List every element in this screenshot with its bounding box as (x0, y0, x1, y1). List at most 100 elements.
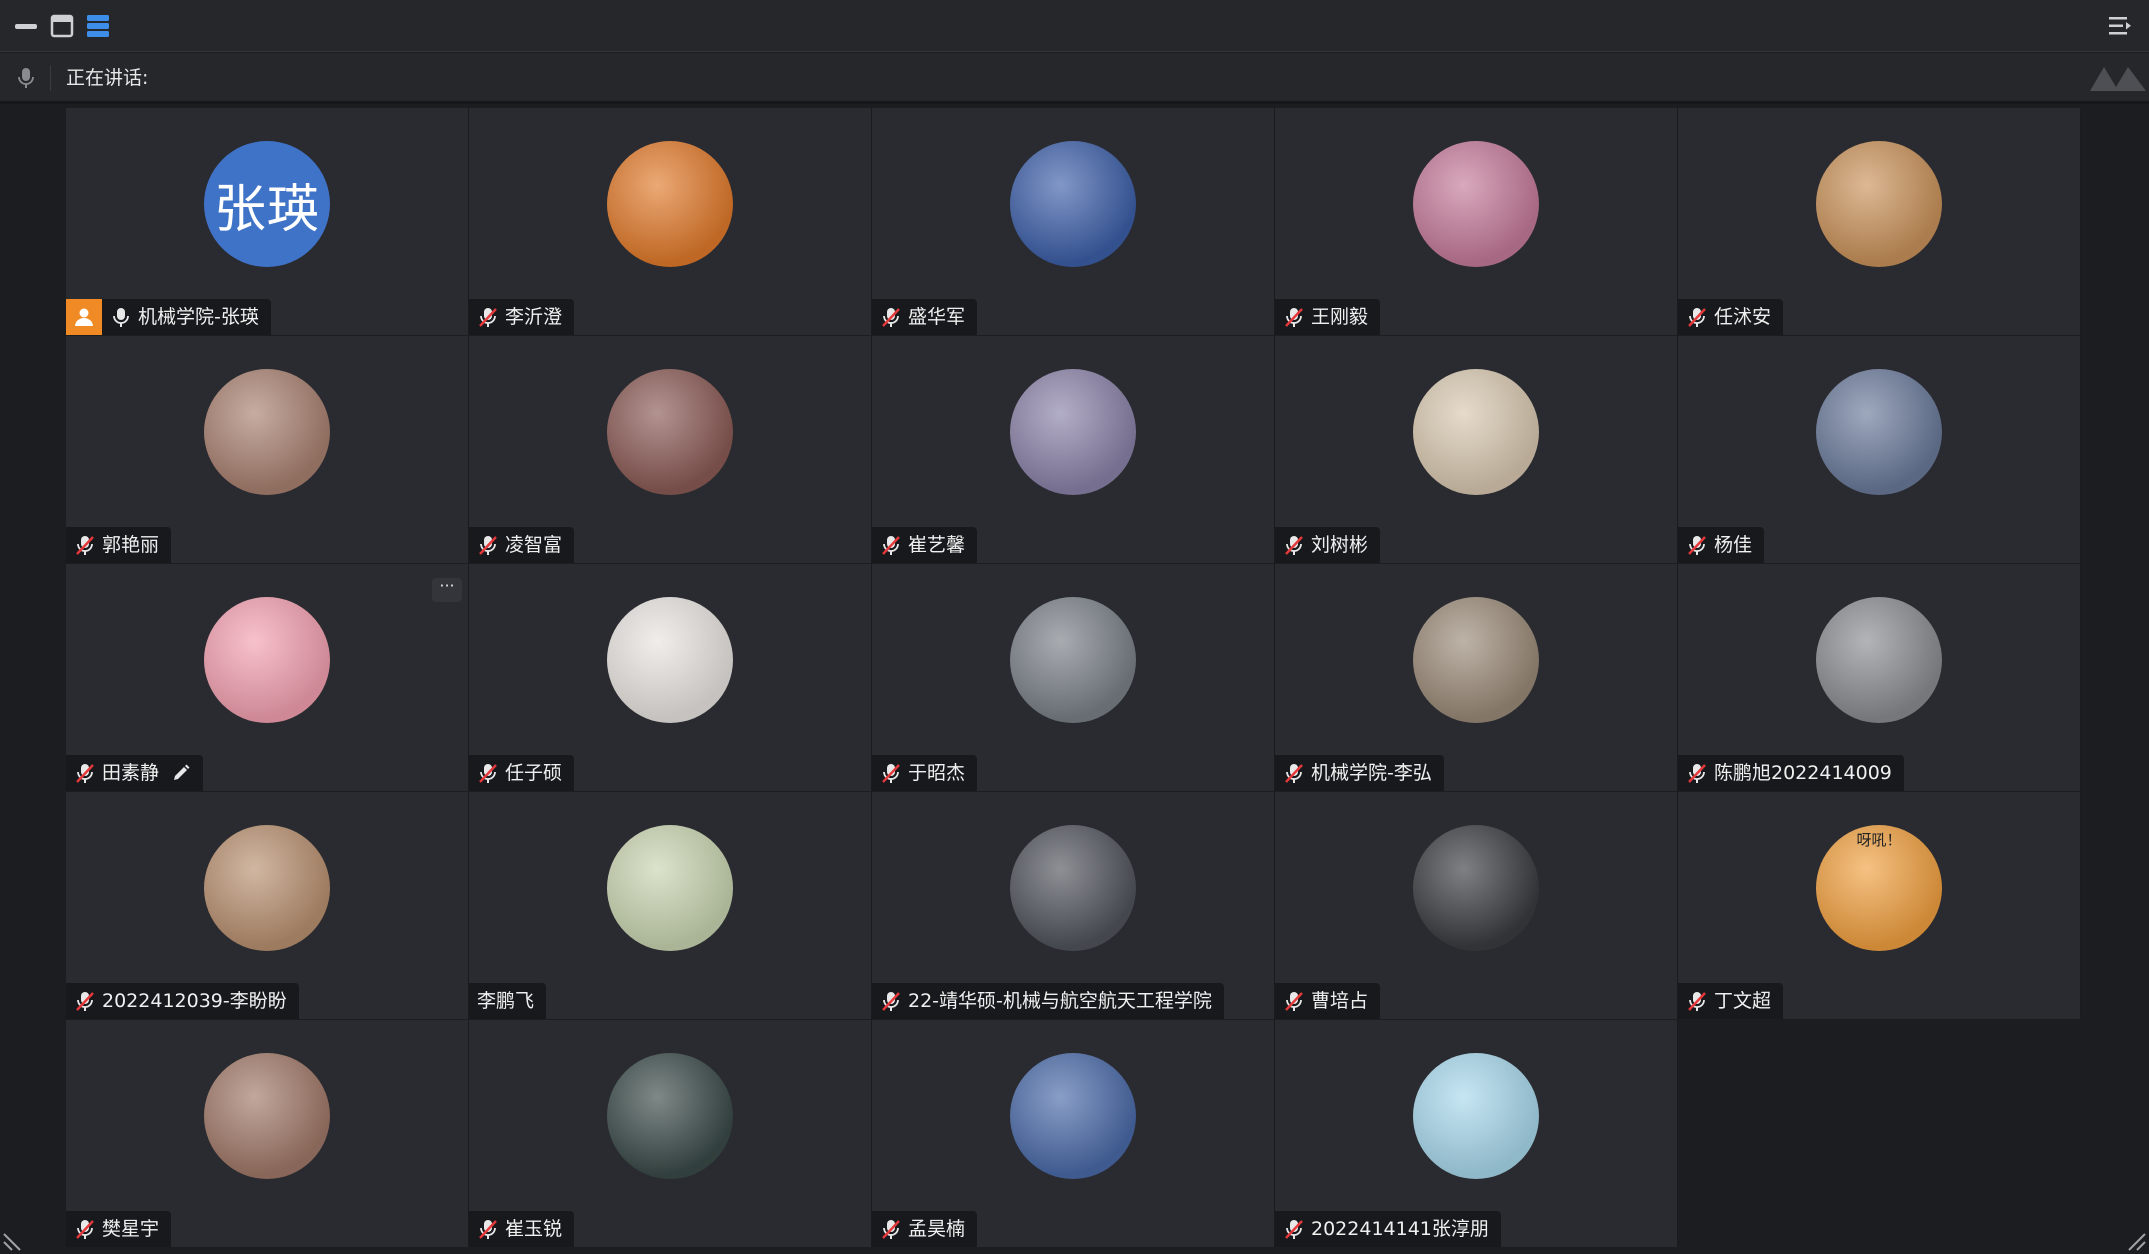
participant-grid: 张瑛 机械学院-张瑛 李沂澄 盛华军 王刚毅 任沭安 郭艳丽 凌智富 崔艺馨 刘树彬 杨佳 ··· 田素… (66, 108, 2081, 1247)
mic-muted-icon (76, 992, 94, 1011)
participant-tile[interactable]: 王刚毅 (1275, 108, 1678, 335)
participant-name: 王刚毅 (1311, 306, 1369, 328)
participant-name: 崔艺馨 (908, 534, 966, 556)
divider (50, 65, 51, 91)
more-options-button[interactable]: ··· (432, 578, 462, 602)
name-tag: 丁文超 (1678, 983, 1784, 1019)
participant-tile[interactable]: 崔玉锐 (469, 1020, 872, 1247)
mic-muted-icon (882, 1220, 900, 1239)
avatar (1816, 141, 1942, 267)
participant-tile[interactable]: ··· 田素静 (66, 564, 469, 791)
participant-name: 樊星宇 (102, 1218, 160, 1240)
participant-tile[interactable]: 任沭安 (1678, 108, 2081, 335)
participant-name: 田素静 (102, 762, 160, 784)
mic-muted-icon (1688, 308, 1706, 327)
participant-name: 陈鹏旭2022414009 (1714, 762, 1892, 784)
avatar (1816, 369, 1942, 495)
name-tag: 22-靖华硕-机械与航空航天工程学院 (872, 983, 1224, 1019)
edit-name-icon[interactable] (171, 763, 191, 783)
mic-muted-icon (76, 1220, 94, 1239)
avatar (1413, 597, 1539, 723)
avatar (1010, 369, 1136, 495)
name-tag: 樊星宇 (66, 1211, 172, 1247)
host-badge-icon (66, 299, 102, 335)
mic-muted-icon (882, 992, 900, 1011)
avatar (1010, 141, 1136, 267)
mic-muted-icon (1285, 992, 1303, 1011)
name-tag: 机械学院-李弘 (1275, 755, 1444, 791)
avatar (1010, 1053, 1136, 1179)
mic-muted-icon (479, 536, 497, 555)
resize-handle-icon[interactable] (2, 1226, 28, 1252)
name-tag: 崔玉锐 (469, 1211, 575, 1247)
avatar (607, 141, 733, 267)
participant-tile[interactable]: 刘树彬 (1275, 336, 1678, 563)
participant-tile[interactable]: 郭艳丽 (66, 336, 469, 563)
participant-tile[interactable]: 张瑛机械学院-张瑛 (66, 108, 469, 335)
name-tag: 2022414141张淳朋 (1275, 1211, 1501, 1247)
participant-tile[interactable]: 凌智富 (469, 336, 872, 563)
maximize-icon[interactable] (48, 12, 76, 40)
name-tag: 任沭安 (1678, 299, 1784, 335)
participant-tile[interactable]: 孟昊楠 (872, 1020, 1275, 1247)
participant-tile[interactable]: 樊星宇 (66, 1020, 469, 1247)
avatar (607, 369, 733, 495)
participant-name: 机械学院-李弘 (1311, 762, 1432, 784)
avatar (204, 597, 330, 723)
participant-tile[interactable]: 任子硕 (469, 564, 872, 791)
mic-muted-icon (1285, 1220, 1303, 1239)
name-tag: 凌智富 (469, 527, 575, 563)
participant-tile[interactable]: 呀吼！ 丁文超 (1678, 792, 2081, 1019)
participant-name: 22-靖华硕-机械与航空航天工程学院 (908, 990, 1212, 1012)
participant-name: 杨佳 (1714, 534, 1753, 556)
participant-name: 李沂澄 (505, 306, 563, 328)
name-tag: 孟昊楠 (872, 1211, 978, 1247)
avatar (1010, 825, 1136, 951)
participant-tile[interactable]: 杨佳 (1678, 336, 2081, 563)
name-tag: 田素静 (66, 755, 204, 791)
mic-muted-icon (882, 536, 900, 555)
participant-name: 任子硕 (505, 762, 563, 784)
name-tag: 陈鹏旭2022414009 (1678, 755, 1904, 791)
participant-name: 任沭安 (1714, 306, 1772, 328)
participant-name: 丁文超 (1714, 990, 1772, 1012)
participant-name: 曹培占 (1311, 990, 1369, 1012)
participant-tile[interactable]: 22-靖华硕-机械与航空航天工程学院 (872, 792, 1275, 1019)
avatar (607, 825, 733, 951)
participant-tile[interactable]: 崔艺馨 (872, 336, 1275, 563)
participant-tile[interactable]: 曹培占 (1275, 792, 1678, 1019)
participant-name: 崔玉锐 (505, 1218, 563, 1240)
microphone-icon (18, 68, 34, 88)
participant-tile[interactable]: 李鹏飞 (469, 792, 872, 1019)
participant-name: 孟昊楠 (908, 1218, 966, 1240)
sidebar-menu-icon[interactable] (2106, 12, 2134, 40)
participant-tile[interactable]: 盛华军 (872, 108, 1275, 335)
avatar (607, 1053, 733, 1179)
avatar: 张瑛 (204, 141, 330, 267)
name-tag: 机械学院-张瑛 (66, 299, 271, 335)
participant-name: 于昭杰 (908, 762, 966, 784)
name-tag: 曹培占 (1275, 983, 1381, 1019)
participant-name: 刘树彬 (1311, 534, 1369, 556)
participant-name: 2022414141张淳朋 (1311, 1218, 1489, 1240)
participant-tile[interactable]: 李沂澄 (469, 108, 872, 335)
mic-on-icon (113, 308, 129, 327)
participant-tile[interactable]: 陈鹏旭2022414009 (1678, 564, 2081, 791)
resize-handle-icon[interactable] (2121, 1226, 2147, 1252)
mic-muted-icon (1285, 536, 1303, 555)
speaking-bar: 正在讲话: (0, 53, 2149, 104)
participant-tile[interactable]: 于昭杰 (872, 564, 1275, 791)
name-tag: 李沂澄 (469, 299, 575, 335)
layout-icon[interactable] (84, 12, 112, 40)
avatar (1816, 597, 1942, 723)
avatar (204, 369, 330, 495)
participant-tile[interactable]: 机械学院-李弘 (1275, 564, 1678, 791)
mic-muted-icon (479, 308, 497, 327)
mic-muted-icon (882, 764, 900, 783)
title-bar (0, 0, 2149, 52)
mic-muted-icon (479, 764, 497, 783)
name-tag: 2022412039-李盼盼 (66, 983, 299, 1019)
participant-tile[interactable]: 2022412039-李盼盼 (66, 792, 469, 1019)
participant-tile[interactable]: 2022414141张淳朋 (1275, 1020, 1678, 1247)
minimize-icon[interactable] (12, 12, 40, 40)
